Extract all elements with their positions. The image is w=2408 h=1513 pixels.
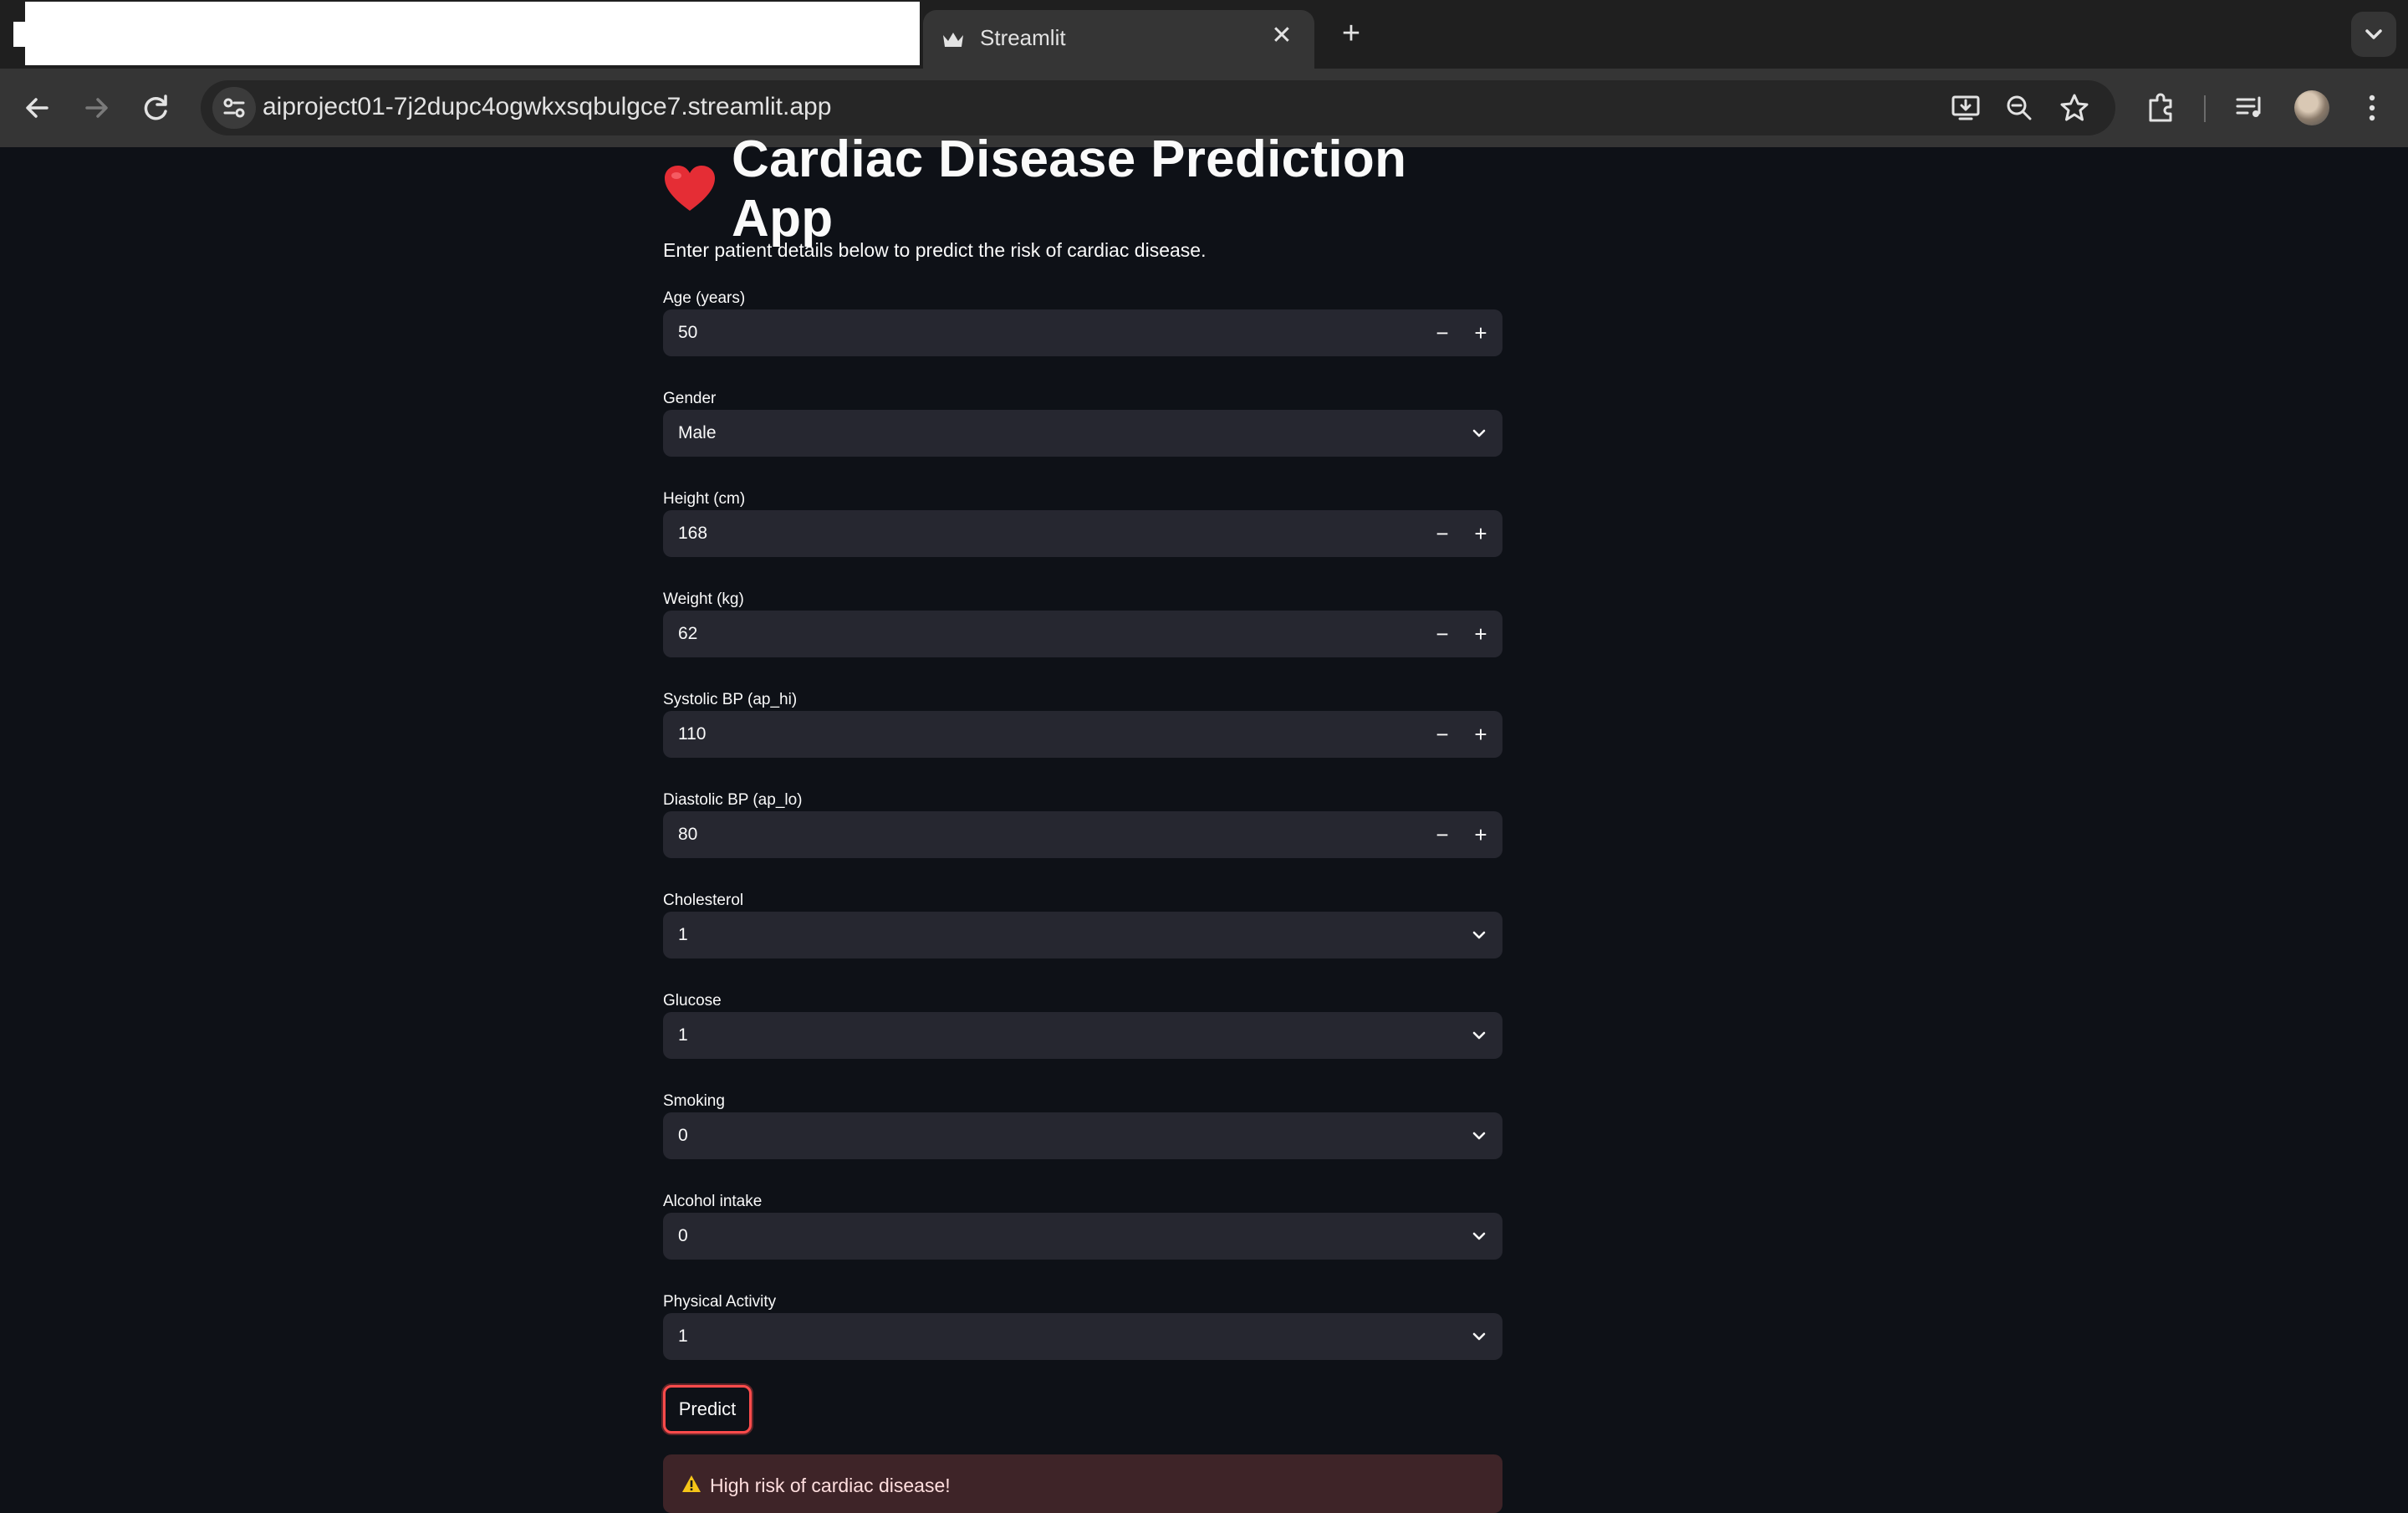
selected-value: 0 xyxy=(678,1126,688,1145)
profile-avatar[interactable] xyxy=(2294,90,2329,125)
field-value[interactable]: 168 xyxy=(678,524,707,544)
chevron-down-icon[interactable] xyxy=(1471,1228,1487,1245)
page-subtitle: Enter patient details below to predict t… xyxy=(663,239,1207,261)
field-label: Weight (kg) xyxy=(663,590,744,608)
decrement-button[interactable]: − xyxy=(1424,716,1461,753)
increment-button[interactable]: + xyxy=(1462,314,1499,351)
height-input[interactable]: 168 − + xyxy=(663,510,1502,557)
diastolic-bp-input[interactable]: 80 − + xyxy=(663,811,1502,858)
chevron-down-icon[interactable] xyxy=(1471,927,1487,943)
bookmark-star-icon[interactable] xyxy=(2059,92,2090,124)
weight-input[interactable]: 62 − + xyxy=(663,611,1502,657)
selected-value: 1 xyxy=(678,925,688,944)
smoking-select[interactable]: 0 xyxy=(663,1112,1502,1159)
crown-icon xyxy=(941,30,965,50)
age-input[interactable]: 50 − + xyxy=(663,309,1502,356)
chevron-down-icon xyxy=(2365,29,2382,39)
field-label: Systolic BP (ap_hi) xyxy=(663,691,798,708)
extensions-icon[interactable] xyxy=(2144,90,2179,125)
field-value[interactable]: 62 xyxy=(678,624,697,644)
field-value[interactable]: 50 xyxy=(678,323,697,343)
close-tab-icon[interactable]: ✕ xyxy=(1268,22,1296,50)
glucose-select[interactable]: 1 xyxy=(663,1012,1502,1059)
field-value[interactable]: 110 xyxy=(678,724,706,744)
increment-button[interactable]: + xyxy=(1462,616,1499,652)
chevron-down-icon[interactable] xyxy=(1471,1027,1487,1044)
address-bar[interactable]: aiproject01-7j2dupc4ogwkxsqbulgce7.strea… xyxy=(201,80,2115,135)
gender-select[interactable]: Male xyxy=(663,410,1502,457)
selected-value: Male xyxy=(678,423,717,442)
zoom-icon[interactable] xyxy=(2003,92,2035,124)
error-alert: High risk of cardiac disease! xyxy=(663,1454,1502,1513)
alert-message: High risk of cardiac disease! xyxy=(710,1475,951,1496)
new-tab-button[interactable]: + xyxy=(1333,15,1370,52)
chevron-down-icon[interactable] xyxy=(1471,1328,1487,1345)
back-icon[interactable] xyxy=(17,87,59,129)
field-label: Physical Activity xyxy=(663,1293,777,1311)
field-label: Alcohol intake xyxy=(663,1193,763,1210)
physical-activity-select[interactable]: 1 xyxy=(663,1313,1502,1360)
field-label: Age (years) xyxy=(663,289,746,307)
field-label: Smoking xyxy=(663,1092,725,1110)
install-app-icon[interactable] xyxy=(1950,92,1982,124)
alcohol-select[interactable]: 0 xyxy=(663,1213,1502,1260)
site-info-icon[interactable] xyxy=(212,87,256,129)
title-row: Cardiac Disease Prediction App xyxy=(663,130,1502,248)
more-menu-icon[interactable] xyxy=(2354,90,2390,125)
field-label: Glucose xyxy=(663,992,722,1010)
redacted-tab-edge xyxy=(13,22,25,47)
reload-icon[interactable] xyxy=(135,87,177,129)
field-label: Cholesterol xyxy=(663,892,744,909)
decrement-button[interactable]: − xyxy=(1424,616,1461,652)
selected-value: 0 xyxy=(678,1226,688,1245)
tab-strip: Streamlit ✕ + xyxy=(0,0,2408,69)
decrement-button[interactable]: − xyxy=(1424,816,1461,853)
systolic-bp-input[interactable]: 110 − + xyxy=(663,711,1502,758)
increment-button[interactable]: + xyxy=(1462,816,1499,853)
decrement-button[interactable]: − xyxy=(1424,515,1461,552)
forward-icon[interactable] xyxy=(75,87,117,129)
increment-button[interactable]: + xyxy=(1462,716,1499,753)
heart-icon xyxy=(663,164,717,214)
tab-title: Streamlit xyxy=(980,25,1066,50)
decrement-button[interactable]: − xyxy=(1424,314,1461,351)
tab-streamlit[interactable]: Streamlit ✕ xyxy=(923,10,1314,69)
increment-button[interactable]: + xyxy=(1462,515,1499,552)
selected-value: 1 xyxy=(678,1326,688,1346)
field-value[interactable]: 80 xyxy=(678,825,697,845)
field-label: Gender xyxy=(663,390,717,407)
media-controls-icon[interactable] xyxy=(2232,90,2268,125)
page-title: Cardiac Disease Prediction App xyxy=(732,130,1407,248)
toolbar-separator xyxy=(2204,95,2206,122)
cholesterol-select[interactable]: 1 xyxy=(663,912,1502,958)
warning-icon xyxy=(681,1475,701,1493)
predict-button[interactable]: Predict xyxy=(663,1385,752,1434)
selected-value: 1 xyxy=(678,1025,688,1045)
field-label: Diastolic BP (ap_lo) xyxy=(663,791,803,809)
tab-search-button[interactable] xyxy=(2351,12,2396,57)
url-text[interactable]: aiproject01-7j2dupc4ogwkxsqbulgce7.strea… xyxy=(263,93,831,121)
chevron-down-icon[interactable] xyxy=(1471,425,1487,442)
redacted-tab[interactable] xyxy=(25,2,920,65)
chevron-down-icon[interactable] xyxy=(1471,1127,1487,1144)
field-label: Height (cm) xyxy=(663,490,746,508)
